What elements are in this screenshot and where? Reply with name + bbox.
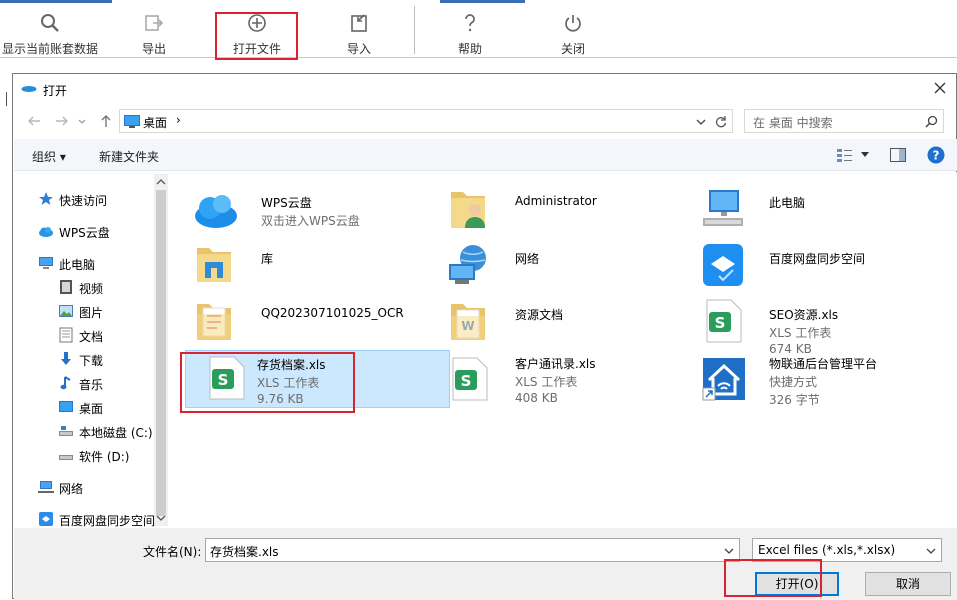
desktop-icon [124,115,140,128]
file-item[interactable]: S 客户通讯录.xls XLS 工作表 408 KB [439,350,679,406]
library-folder-icon [197,248,231,282]
toolbar-separator [414,6,415,54]
network-globe-icon [449,245,486,284]
breadcrumb-separator[interactable]: › [176,113,181,127]
desktop-icon [59,401,73,412]
toolbar-label: 导出 [141,42,166,56]
forward-arrow-icon[interactable] [53,112,71,130]
help-icon [465,14,475,32]
navigation-pane: 快速访问 WPS云盘 此电脑 视频 图片 文档 下载 音乐 桌面 本地磁盘 (C… [14,172,168,528]
baidu-sync-icon [39,512,53,526]
toolbar-accent-bar [440,0,525,3]
close-app-button[interactable]: 关闭 [543,8,603,58]
scroll-up-arrow-icon[interactable] [156,178,166,186]
organize-menu[interactable]: 组织 ▾ [32,148,66,165]
cancel-button[interactable]: 取消 [865,572,951,596]
file-item[interactable]: 百度网盘同步空间 [693,236,933,292]
chevron-down-icon[interactable] [695,116,707,128]
file-item[interactable]: WPS云盘 双击进入WPS云盘 [185,180,425,236]
file-item[interactable]: Administrator [439,180,679,236]
filename-input[interactable]: 存货档案.xls [205,538,740,562]
file-list: WPS云盘 双击进入WPS云盘 Administrator 此电脑 库 网络 百… [169,172,957,528]
folder-doc-icon: W [451,304,485,340]
download-icon [61,352,71,365]
filename-value[interactable]: 存货档案.xls [210,543,279,560]
dialog-title: 打开 [43,84,68,98]
import-icon [351,14,367,32]
view-options-icon[interactable] [837,148,853,162]
help-icon[interactable]: ? [927,146,945,164]
file-item[interactable]: 库 [185,236,425,292]
music-icon [60,376,71,390]
file-item[interactable]: QQ202307101025_OCR [185,292,425,348]
folder-icon [197,304,231,340]
up-arrow-icon[interactable] [97,112,115,130]
nav-scrollbar-thumb[interactable] [156,190,166,516]
xls-file-icon: S [452,357,488,401]
wps-cloud-icon [195,195,237,228]
recent-chevron-down-icon[interactable] [77,112,87,130]
file-type-value[interactable]: Excel files (*.xls,*.xlsx) [758,543,895,557]
cloud-icon [39,227,53,237]
filename-label: 文件名(N): [143,545,202,559]
picture-icon [59,305,73,317]
show-current-data-button[interactable]: 显示当前账套数据 [0,8,100,58]
search-icon[interactable] [925,115,938,128]
file-item[interactable]: 网络 [439,236,679,292]
toolbar-accent-bar [0,0,112,3]
window-edge [6,92,10,106]
file-item[interactable]: 物联通后台管理平台 快捷方式 326 字节 [693,350,933,407]
address-location[interactable]: 桌面 [143,114,167,131]
preview-pane-icon[interactable] [890,148,906,162]
new-folder-button[interactable]: 新建文件夹 [99,148,159,165]
highlight-open-button [724,559,822,597]
dialog-app-icon [21,86,37,92]
network-icon [38,481,54,493]
search-icon [41,14,59,32]
chevron-down-icon[interactable] [723,546,735,556]
drive-icon [59,455,73,460]
video-icon [60,280,72,294]
svg-text:S: S [461,372,472,390]
computer-icon [703,190,743,226]
svg-text:?: ? [933,149,940,163]
power-icon [565,15,581,32]
star-icon [39,192,53,205]
app-toolbar: 显示当前账套数据 导出 打开文件 导入 帮助 关闭 [0,0,957,58]
file-item[interactable]: W 资源文档 [439,292,679,348]
import-button[interactable]: 导入 [329,8,389,58]
chevron-down-icon[interactable] [861,152,869,158]
toolbar-label: 导入 [346,42,371,56]
dialog-titlebar: 打开 [13,74,956,104]
export-button[interactable]: 导出 [124,8,184,58]
open-file-dialog: 打开 桌面 › 在 桌面 中搜索 组织 ▾ 新建文件夹 ? 快速访问 WPS云盘… [12,73,957,600]
toolbar-label: 关闭 [560,42,585,56]
user-folder-icon [451,192,485,228]
file-item[interactable]: S SEO资源.xls XLS 工作表 674 KB [693,292,933,356]
svg-text:S: S [715,314,726,332]
xls-file-icon: S [706,299,742,343]
address-bar[interactable]: 桌面 › [119,109,733,133]
toolbar-label: 帮助 [457,42,482,56]
drive-icon [59,426,73,436]
refresh-icon[interactable] [714,115,728,129]
navigation-row: 桌面 › 在 桌面 中搜索 [13,108,956,134]
document-icon [59,327,73,343]
export-icon [145,15,164,31]
highlight-open-file [215,12,298,60]
toolbar-label: 显示当前账套数据 [1,42,98,56]
shortcut-home-icon [702,358,745,401]
chevron-down-icon[interactable] [925,546,937,556]
file-item[interactable]: 此电脑 [693,180,933,236]
close-icon[interactable] [932,80,948,96]
help-button[interactable]: 帮助 [440,8,500,58]
highlight-selected-file [180,352,355,413]
search-placeholder: 在 桌面 中搜索 [753,116,833,130]
computer-icon [39,257,53,269]
baidu-sync-icon [703,244,743,286]
command-bar: 组织 ▾ 新建文件夹 ? [14,139,957,171]
search-box[interactable]: 在 桌面 中搜索 [744,109,944,133]
back-arrow-icon[interactable] [25,112,43,130]
